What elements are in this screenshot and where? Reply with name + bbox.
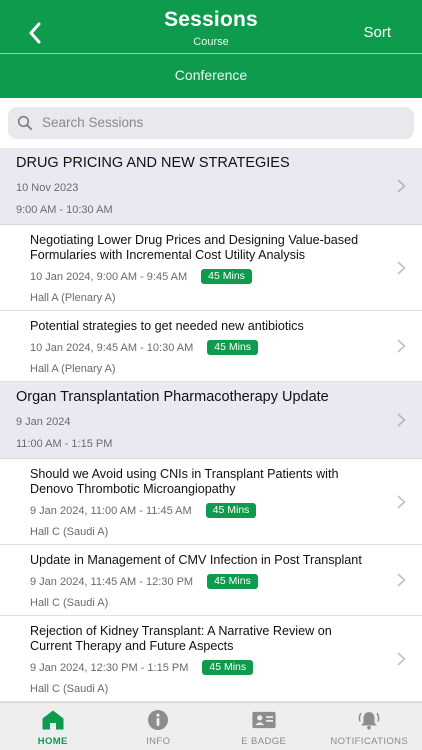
- group-time: 9:00 AM - 10:30 AM: [16, 204, 113, 216]
- session-datetime: 9 Jan 2024, 11:45 AM - 12:30 PM: [30, 575, 194, 588]
- session-title: Negotiating Lower Drug Prices and Design…: [30, 233, 359, 262]
- session-group-header[interactable]: Organ Transplantation Pharmacotherapy Up…: [0, 382, 422, 459]
- session-row[interactable]: Update in Management of CMV Infection in…: [0, 545, 422, 616]
- badge-icon: [252, 709, 276, 731]
- duration-badge: 45 Mins: [207, 340, 259, 355]
- nav-ebadge-label: E BADGE: [241, 736, 287, 747]
- session-datetime: 9 Jan 2024, 11:00 AM - 11:45 AM: [30, 504, 192, 517]
- nav-home[interactable]: HOME: [0, 703, 106, 750]
- chevron-right-icon: [397, 179, 406, 193]
- nav-info-label: INFO: [146, 736, 171, 747]
- session-datetime: 9 Jan 2024, 12:30 PM - 1:15 PM: [30, 661, 189, 674]
- page-title: Sessions: [164, 8, 258, 31]
- search-input[interactable]: Search Sessions: [8, 107, 414, 139]
- session-row[interactable]: Should we Avoid using CNIs in Transplant…: [0, 459, 422, 545]
- search-placeholder: Search Sessions: [42, 115, 144, 130]
- sessions-list: DRUG PRICING AND NEW STRATEGIES 10 Nov 2…: [0, 148, 422, 702]
- session-hall: Hall C (Saudi A): [30, 683, 109, 695]
- page-subtitle: Course: [193, 36, 229, 48]
- chevron-right-icon: [397, 573, 406, 587]
- session-title: Should we Avoid using CNIs in Transplant…: [30, 467, 339, 496]
- group-date: 9 Jan 2024: [16, 416, 71, 428]
- chevron-right-icon: [397, 339, 406, 353]
- session-hall: Hall C (Saudi A): [30, 526, 109, 538]
- session-title: Potential strategies to get needed new a…: [30, 319, 304, 333]
- duration-badge: 45 Mins: [205, 503, 257, 518]
- bottom-tab-bar: HOME INFO E BADGE NOTIFICATIONS: [0, 702, 422, 750]
- session-meta: 9 Jan 2024, 11:00 AM - 11:45 AM 45 Mins: [30, 503, 374, 518]
- info-icon: [146, 709, 170, 731]
- session-row[interactable]: Rejection of Kidney Transplant: A Narrat…: [0, 616, 422, 702]
- chevron-right-icon: [397, 413, 406, 427]
- session-datetime: 10 Jan 2024, 9:45 AM - 10:30 AM: [30, 341, 194, 354]
- group-title: DRUG PRICING AND NEW STRATEGIES: [16, 155, 290, 171]
- home-icon: [41, 709, 65, 731]
- search-bar: Search Sessions: [0, 98, 422, 148]
- sort-button[interactable]: Sort: [363, 24, 391, 41]
- session-meta: 10 Jan 2024, 9:00 AM - 9:45 AM 45 Mins: [30, 269, 374, 284]
- session-row[interactable]: Negotiating Lower Drug Prices and Design…: [0, 225, 422, 311]
- session-hall: Hall C (Saudi A): [30, 597, 109, 609]
- nav-notifications[interactable]: NOTIFICATIONS: [317, 703, 422, 750]
- session-title: Rejection of Kidney Transplant: A Narrat…: [30, 624, 332, 653]
- session-title: Update in Management of CMV Infection in…: [30, 553, 362, 567]
- nav-info[interactable]: INFO: [106, 703, 212, 750]
- app-header: Sessions Course Sort Conference: [0, 0, 422, 98]
- tab-conference[interactable]: Conference: [0, 67, 422, 83]
- duration-badge: 45 Mins: [202, 660, 254, 675]
- session-row[interactable]: Potential strategies to get needed new a…: [0, 311, 422, 382]
- chevron-right-icon: [397, 261, 406, 274]
- header-divider: [0, 53, 422, 54]
- session-hall: Hall A (Plenary A): [30, 363, 116, 375]
- session-group-header[interactable]: DRUG PRICING AND NEW STRATEGIES 10 Nov 2…: [0, 148, 422, 225]
- nav-notifications-label: NOTIFICATIONS: [330, 736, 409, 747]
- chevron-right-icon: [397, 495, 406, 508]
- session-meta: 10 Jan 2024, 9:45 AM - 10:30 AM 45 Mins: [30, 340, 374, 355]
- group-time: 11:00 AM - 1:15 PM: [16, 438, 113, 450]
- chevron-right-icon: [397, 652, 406, 665]
- search-icon: [17, 115, 33, 131]
- session-hall: Hall A (Plenary A): [30, 292, 116, 304]
- session-datetime: 10 Jan 2024, 9:00 AM - 9:45 AM: [30, 270, 188, 283]
- session-meta: 9 Jan 2024, 12:30 PM - 1:15 PM 45 Mins: [30, 660, 374, 675]
- group-date: 10 Nov 2023: [16, 182, 79, 194]
- nav-home-label: HOME: [37, 736, 68, 747]
- duration-badge: 45 Mins: [207, 574, 258, 589]
- nav-ebadge[interactable]: E BADGE: [211, 703, 317, 750]
- bell-icon: [357, 709, 381, 731]
- duration-badge: 45 Mins: [201, 269, 252, 284]
- group-title: Organ Transplantation Pharmacotherapy Up…: [16, 389, 329, 405]
- session-meta: 9 Jan 2024, 11:45 AM - 12:30 PM 45 Mins: [30, 574, 374, 589]
